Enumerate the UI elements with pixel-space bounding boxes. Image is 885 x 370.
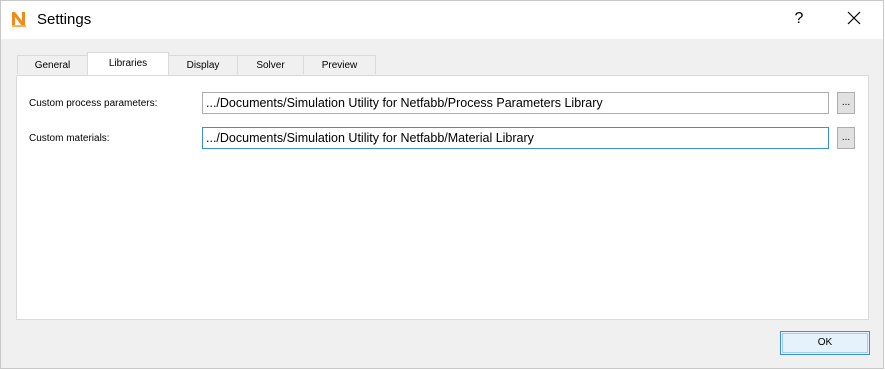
close-button[interactable] (839, 5, 869, 33)
tab-general[interactable]: General (17, 55, 88, 74)
libraries-panel: Custom process parameters: .../Documents… (16, 75, 869, 320)
process-params-browse-button[interactable]: ... (837, 92, 855, 114)
process-params-label: Custom process parameters: (29, 98, 158, 109)
tab-solver[interactable]: Solver (237, 55, 304, 74)
title-bar: Settings ? (1, 1, 883, 39)
help-button[interactable]: ? (785, 5, 813, 33)
close-icon (847, 11, 861, 25)
materials-path-input[interactable]: .../Documents/Simulation Utility for Net… (202, 127, 829, 149)
window-title: Settings (37, 11, 92, 28)
netfabb-n-icon (10, 10, 28, 28)
process-params-path-input[interactable]: .../Documents/Simulation Utility for Net… (202, 92, 829, 114)
materials-browse-button[interactable]: ... (837, 127, 855, 149)
tab-preview[interactable]: Preview (303, 55, 376, 74)
tab-display[interactable]: Display (168, 55, 238, 74)
ok-button[interactable]: OK (780, 331, 870, 355)
settings-dialog: Settings ? General Libraries Display Sol… (0, 0, 884, 369)
tab-libraries[interactable]: Libraries (87, 52, 169, 75)
materials-label: Custom materials: (29, 133, 110, 144)
